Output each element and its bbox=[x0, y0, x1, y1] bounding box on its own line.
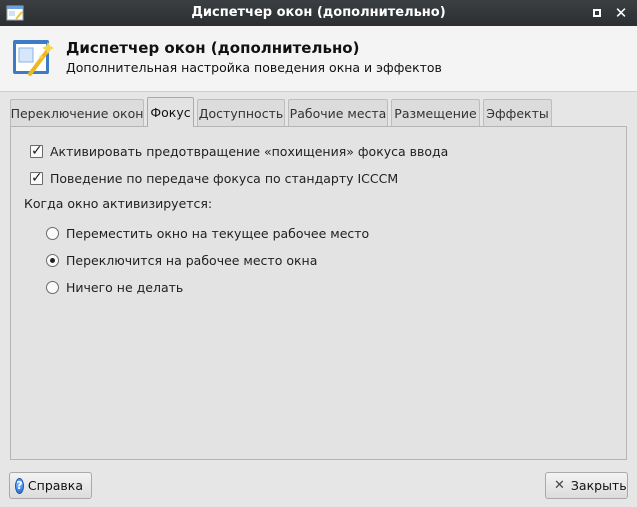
window-title: Диспетчер окон (дополнительно) bbox=[191, 5, 446, 20]
tab-placement[interactable]: Размещение bbox=[391, 99, 480, 126]
icccm-focus-checkbox[interactable]: ✓ bbox=[30, 170, 43, 186]
tab-focus[interactable]: Фокус bbox=[147, 97, 194, 127]
icccm-focus-option[interactable]: ✓ Поведение по передаче фокуса по станда… bbox=[30, 170, 399, 186]
tab-compositor[interactable]: Эффекты bbox=[483, 99, 552, 126]
prevent-focus-stealing-label: Активировать предотвращение «похищения» … bbox=[50, 144, 449, 159]
title-bar[interactable]: Диспетчер окон (дополнительно) ✕ bbox=[0, 0, 637, 26]
window-close-button[interactable]: ✕ bbox=[612, 4, 630, 22]
window-manager-tweaks-dialog: Диспетчер окон (дополнительно) ✕ Диспетч… bbox=[0, 0, 637, 507]
close-icon: ✕ bbox=[554, 478, 565, 493]
activate-heading: Когда окно активизируется: bbox=[24, 196, 213, 211]
dialog-header: Диспетчер окон (дополнительно) Дополните… bbox=[0, 26, 637, 92]
radio-button[interactable] bbox=[46, 227, 59, 240]
close-button-label: Закрыть bbox=[570, 478, 627, 493]
tab-accessibility[interactable]: Доступность bbox=[197, 99, 285, 126]
radio-label: Переключится на рабочее место окна bbox=[66, 253, 318, 268]
close-icon: ✕ bbox=[614, 4, 628, 22]
header-title: Диспетчер окон (дополнительно) bbox=[66, 39, 360, 57]
radio-label: Переместить окно на текущее рабочее мест… bbox=[66, 226, 370, 241]
help-button-label: Справка bbox=[27, 478, 83, 493]
prevent-focus-stealing-option[interactable]: ✓ Активировать предотвращение «похищения… bbox=[30, 143, 449, 159]
radio-switch-workspace[interactable]: Переключится на рабочее место окна bbox=[46, 253, 317, 268]
maximize-button[interactable] bbox=[588, 4, 606, 22]
radio-button[interactable] bbox=[46, 254, 59, 267]
help-icon: ? bbox=[15, 477, 24, 494]
window-settings-icon bbox=[13, 40, 54, 76]
tab-bar: Переключение окон Фокус Доступность Рабо… bbox=[10, 97, 630, 127]
icccm-focus-label: Поведение по передаче фокуса по стандарт… bbox=[50, 171, 399, 186]
prevent-focus-stealing-checkbox[interactable]: ✓ bbox=[30, 143, 43, 159]
tab-window-cycling[interactable]: Переключение окон bbox=[10, 99, 144, 126]
radio-button[interactable] bbox=[46, 281, 59, 294]
tab-workspaces[interactable]: Рабочие места bbox=[288, 99, 388, 126]
radio-bring-window[interactable]: Переместить окно на текущее рабочее мест… bbox=[46, 226, 369, 241]
check-icon: ✓ bbox=[31, 170, 43, 186]
focus-panel: ✓ Активировать предотвращение «похищения… bbox=[10, 126, 627, 460]
help-button[interactable]: ? Справка bbox=[9, 472, 92, 499]
radio-label: Ничего не делать bbox=[66, 280, 184, 295]
maximize-icon bbox=[593, 9, 601, 17]
radio-do-nothing[interactable]: Ничего не делать bbox=[46, 280, 183, 295]
close-button[interactable]: ✕ Закрыть bbox=[545, 472, 628, 499]
header-subtitle: Дополнительная настройка поведения окна … bbox=[66, 60, 442, 75]
check-icon: ✓ bbox=[31, 143, 43, 159]
